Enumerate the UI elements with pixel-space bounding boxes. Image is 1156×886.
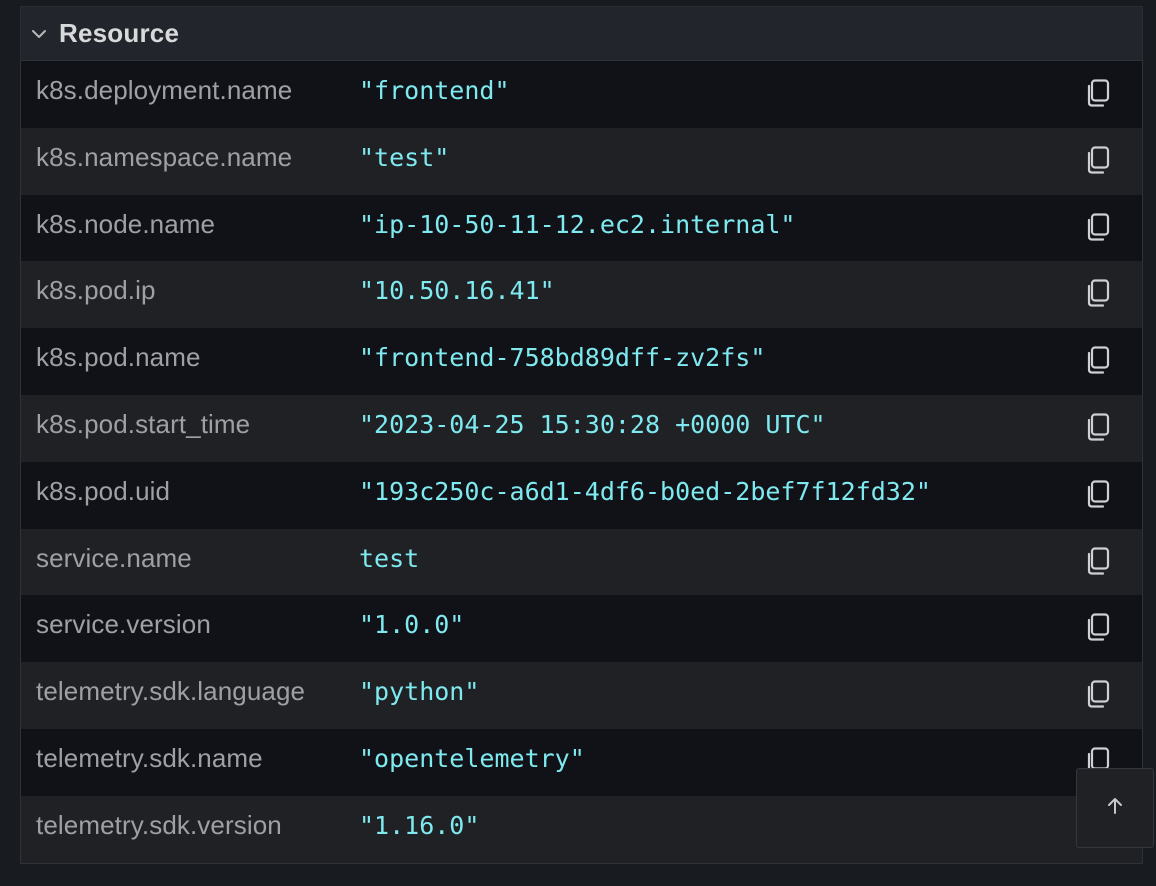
- copy-icon[interactable]: [1083, 277, 1113, 309]
- copy-icon[interactable]: [1083, 344, 1113, 376]
- section-title: Resource: [59, 18, 180, 48]
- attribute-value: "python": [359, 677, 480, 707]
- attribute-key: telemetry.sdk.name: [36, 742, 263, 773]
- attribute-key: k8s.pod.start_time: [36, 408, 251, 439]
- attribute-key: service.version: [36, 609, 211, 640]
- attribute-row: k8s.pod.ip "10.50.16.41": [21, 261, 1142, 329]
- attribute-row: k8s.pod.name "frontend-758bd89dff-zv2fs": [21, 328, 1142, 395]
- copy-icon[interactable]: [1083, 211, 1113, 243]
- attribute-row: service.name test: [21, 528, 1142, 596]
- attribute-key: k8s.node.name: [36, 208, 216, 239]
- attribute-row: k8s.pod.start_time "2023-04-25 15:30:28 +…: [21, 394, 1142, 462]
- attribute-value: "193c250c-a6d1-4df6-b0ed-2bef7f12fd32": [359, 476, 931, 506]
- resource-section-header[interactable]: Resource: [20, 6, 1143, 60]
- copy-icon[interactable]: [1083, 611, 1113, 643]
- attribute-row: k8s.pod.uid "193c250c-a6d1-4df6-b0ed-2bef…: [21, 461, 1142, 529]
- attribute-value: "ip-10-50-11-12.ec2.internal": [359, 209, 796, 239]
- attribute-value: test: [359, 543, 420, 573]
- attribute-row: telemetry.sdk.language "python": [21, 662, 1142, 729]
- scroll-to-top-button[interactable]: [1076, 768, 1154, 848]
- attribute-key: k8s.namespace.name: [36, 141, 293, 172]
- attribute-key: k8s.pod.uid: [36, 475, 171, 506]
- copy-icon[interactable]: [1083, 144, 1113, 176]
- attributes-table: k8s.deployment.name "frontend" k8s.namespa…: [20, 60, 1143, 864]
- attribute-row: service.version "1.0.0": [21, 595, 1142, 663]
- copy-icon[interactable]: [1083, 545, 1113, 577]
- attribute-key: telemetry.sdk.version: [36, 809, 282, 840]
- attribute-key: telemetry.sdk.language: [36, 676, 306, 707]
- attribute-value: "test": [359, 142, 450, 172]
- attribute-key: k8s.pod.ip: [36, 275, 156, 306]
- copy-icon[interactable]: [1083, 478, 1113, 510]
- attribute-key: service.name: [36, 542, 192, 573]
- resource-panel: Resource k8s.deployment.name "frontend" k8…: [20, 6, 1143, 864]
- copy-icon[interactable]: [1083, 678, 1113, 710]
- attribute-row: telemetry.sdk.version "1.16.0": [21, 795, 1142, 863]
- attribute-row: telemetry.sdk.name "opentelemetry": [21, 728, 1142, 796]
- attribute-row: k8s.deployment.name "frontend": [21, 61, 1142, 128]
- arrow-up-icon: [1104, 795, 1126, 822]
- attribute-key: k8s.deployment.name: [36, 75, 293, 105]
- attribute-value: "1.16.0": [359, 810, 480, 840]
- attribute-row: k8s.namespace.name "test": [21, 127, 1142, 195]
- attribute-value: "2023-04-25 15:30:28 +0000 UTC": [359, 409, 826, 439]
- attribute-value: "frontend": [359, 76, 510, 105]
- copy-icon[interactable]: [1083, 411, 1113, 443]
- attribute-value: "frontend-758bd89dff-zv2fs": [359, 343, 766, 373]
- chevron-down-icon[interactable]: [29, 24, 49, 44]
- attribute-key: k8s.pod.name: [36, 342, 201, 373]
- attribute-row: k8s.node.name "ip-10-50-11-12.ec2.interna…: [21, 194, 1142, 262]
- attribute-value: "opentelemetry": [359, 743, 585, 773]
- copy-icon[interactable]: [1083, 77, 1113, 109]
- attribute-value: "10.50.16.41": [359, 276, 555, 306]
- attribute-value: "1.0.0": [359, 610, 465, 640]
